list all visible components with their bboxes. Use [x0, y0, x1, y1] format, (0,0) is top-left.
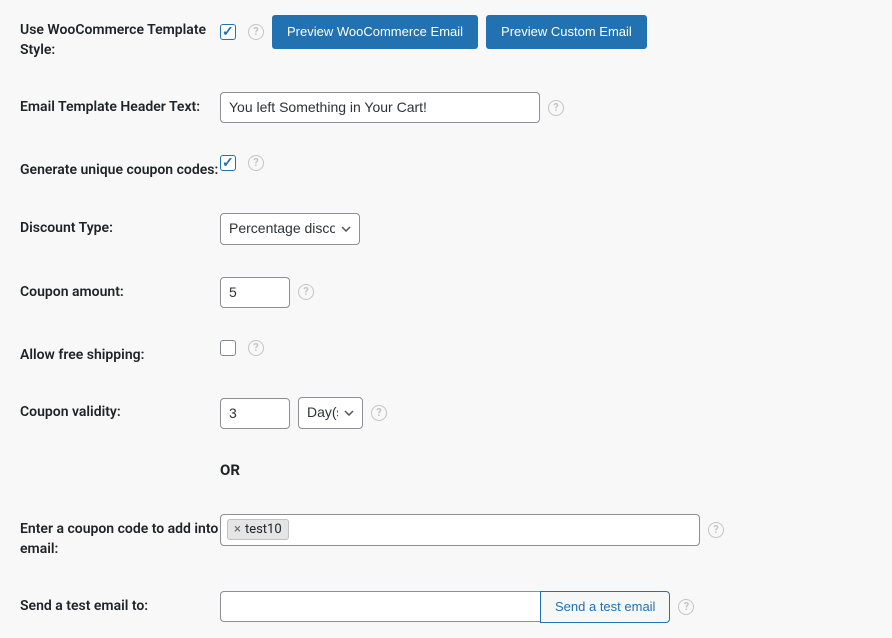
select-discount-type[interactable]: Percentage discount	[220, 213, 360, 245]
row-test-email: Send a test email to: Send a test email	[20, 591, 872, 623]
input-coupon-validity[interactable]	[220, 398, 290, 429]
input-test-email[interactable]	[220, 591, 540, 622]
preview-wc-email-button[interactable]: Preview WooCommerce Email	[272, 15, 478, 49]
checkbox-use-wc-template[interactable]	[220, 24, 236, 40]
help-icon[interactable]	[248, 24, 264, 40]
select-validity-unit[interactable]: Day(s)	[298, 397, 363, 429]
send-test-email-button[interactable]: Send a test email	[540, 591, 670, 623]
help-icon[interactable]	[548, 100, 564, 116]
row-coupon-code: Enter a coupon code to add into email: ×…	[20, 514, 872, 559]
label-discount-type: Discount Type:	[20, 213, 220, 239]
help-icon[interactable]	[678, 599, 694, 615]
checkbox-unique-coupon[interactable]	[220, 155, 236, 171]
label-coupon-amount: Coupon amount:	[20, 277, 220, 303]
label-test-email: Send a test email to:	[20, 591, 220, 617]
tag-chip: × test10	[227, 519, 289, 540]
tag-input-coupon-code[interactable]: × test10	[220, 514, 700, 546]
help-icon[interactable]	[248, 155, 264, 171]
row-header-text: Email Template Header Text:	[20, 92, 872, 123]
label-header-text: Email Template Header Text:	[20, 92, 220, 118]
help-icon[interactable]	[371, 405, 387, 421]
help-icon[interactable]	[298, 284, 314, 300]
preview-custom-email-button[interactable]: Preview Custom Email	[486, 15, 647, 49]
row-free-shipping: Allow free shipping:	[20, 340, 872, 366]
row-coupon-amount: Coupon amount:	[20, 277, 872, 308]
row-coupon-validity: Coupon validity: Day(s)	[20, 397, 872, 429]
row-discount-type: Discount Type: Percentage discount	[20, 213, 872, 245]
label-coupon-validity: Coupon validity:	[20, 397, 220, 423]
settings-form: Use WooCommerce Template Style: Preview …	[20, 15, 872, 623]
label-free-shipping: Allow free shipping:	[20, 340, 220, 366]
tag-text: test10	[245, 522, 282, 537]
label-use-wc-template: Use WooCommerce Template Style:	[20, 15, 220, 60]
row-use-wc-template: Use WooCommerce Template Style: Preview …	[20, 15, 872, 60]
help-icon[interactable]	[248, 340, 264, 356]
label-unique-coupon: Generate unique coupon codes:	[20, 155, 220, 181]
or-divider: OR	[220, 461, 872, 479]
row-unique-coupon: Generate unique coupon codes:	[20, 155, 872, 181]
input-header-text[interactable]	[220, 92, 540, 123]
checkbox-free-shipping[interactable]	[220, 340, 236, 356]
input-coupon-amount[interactable]	[220, 277, 290, 308]
help-icon[interactable]	[708, 522, 724, 538]
label-coupon-code: Enter a coupon code to add into email:	[20, 514, 220, 559]
tag-remove-icon[interactable]: ×	[234, 522, 241, 537]
